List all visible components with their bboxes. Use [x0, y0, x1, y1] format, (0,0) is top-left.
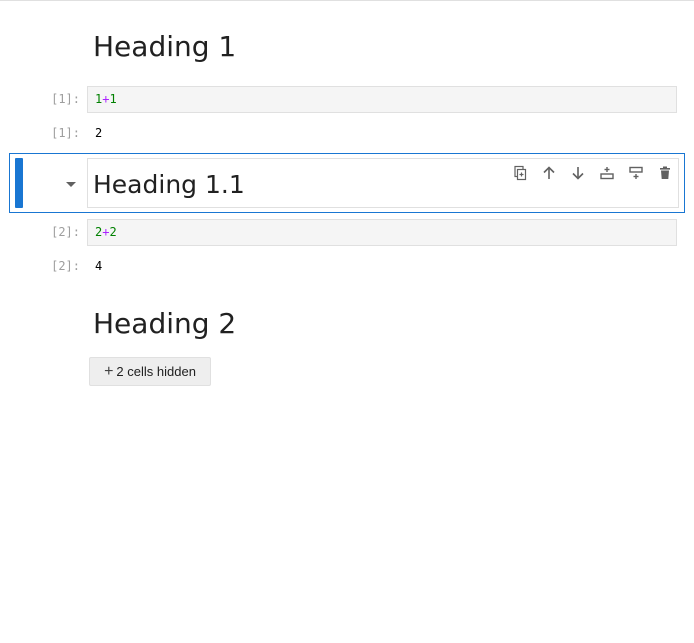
code-token: 2 [109, 225, 117, 239]
code-cell-editor[interactable]: 1+1 [87, 86, 677, 113]
output-prompt: [1]: [51, 126, 80, 140]
insert-below-icon[interactable] [621, 164, 650, 182]
markdown-heading-1[interactable]: Heading 1 [93, 31, 236, 63]
code-token: 1 [109, 92, 117, 106]
top-divider [0, 0, 694, 1]
cell-output: 4 [95, 259, 103, 273]
show-hidden-cells-button[interactable]: + 2 cells hidden [89, 357, 211, 386]
hidden-cells-label: 2 cells hidden [116, 364, 196, 379]
cell-collapser[interactable] [15, 158, 23, 208]
collapse-heading-icon[interactable] [66, 182, 76, 187]
output-prompt: [2]: [51, 259, 80, 273]
input-prompt: [2]: [51, 225, 80, 239]
plus-icon: + [104, 362, 114, 380]
delete-icon[interactable] [650, 164, 679, 182]
markdown-heading-2[interactable]: Heading 2 [93, 308, 236, 340]
duplicate-icon[interactable] [505, 164, 534, 182]
input-prompt: [1]: [51, 92, 80, 106]
cell-toolbar [505, 164, 679, 182]
code-cell-editor[interactable]: 2+2 [87, 219, 677, 246]
insert-above-icon[interactable] [592, 164, 621, 182]
markdown-heading-1-1[interactable]: Heading 1.1 [93, 169, 245, 201]
cell-output: 2 [95, 126, 103, 140]
move-down-icon[interactable] [563, 164, 592, 182]
move-up-icon[interactable] [534, 164, 563, 182]
